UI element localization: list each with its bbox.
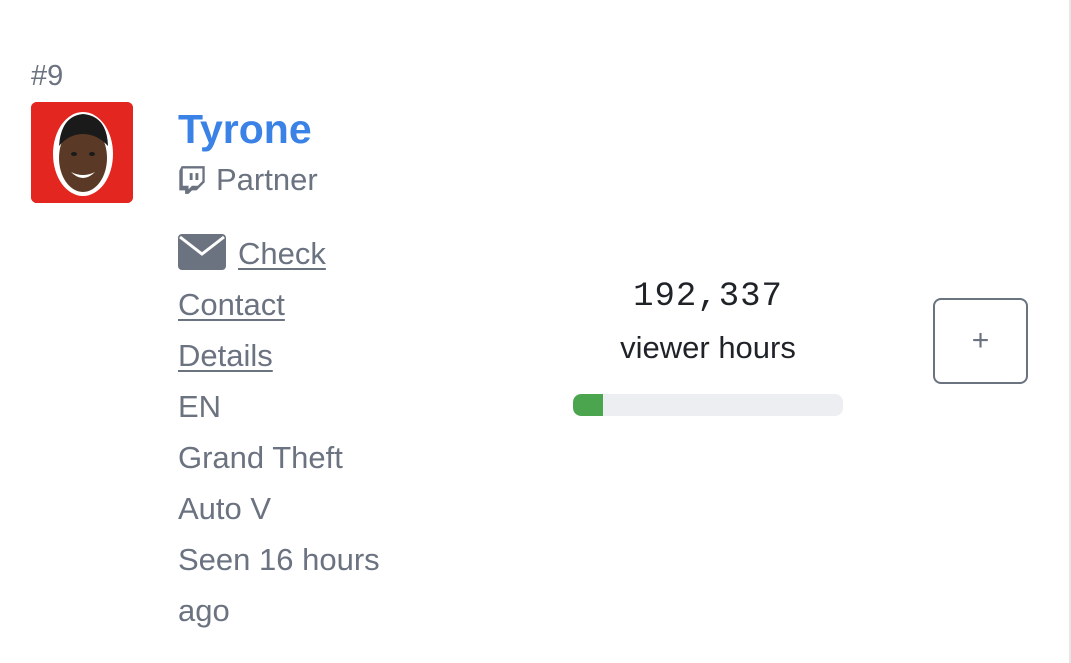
viewer-hours-stat: 192,337 viewer hours [573,276,843,368]
partner-badge: Partner [178,160,318,200]
viewer-hours-progress-bar [573,394,843,416]
rank-label: #9 [31,60,64,92]
avatar[interactable] [31,102,133,203]
twitch-icon [179,166,205,194]
viewer-hours-value: 192,337 [633,278,783,316]
language-label: EN [178,389,222,424]
viewer-hours-label: viewer hours [620,330,796,365]
streamer-name-link[interactable]: Tyrone [178,104,312,154]
check-contact-link-details[interactable]: Details [178,338,273,373]
mail-icon [178,234,226,270]
streamer-card: #9 Tyrone Partner Check Contact Details … [0,0,1071,663]
add-button[interactable]: + [933,298,1028,384]
check-contact-link-contact[interactable]: Contact [178,287,285,322]
game-label-line2: Auto V [178,491,272,526]
avatar-image [31,102,133,203]
game-label-line1: Grand Theft [178,440,343,475]
last-seen-line1: Seen 16 hours [178,542,380,577]
last-seen-line2: ago [178,593,230,628]
streamer-details: Check Contact Details EN Grand Theft Aut… [178,228,428,636]
partner-label: Partner [216,162,318,197]
check-contact-link-check[interactable]: Check [238,236,326,271]
viewer-hours-progress-fill [573,394,603,416]
